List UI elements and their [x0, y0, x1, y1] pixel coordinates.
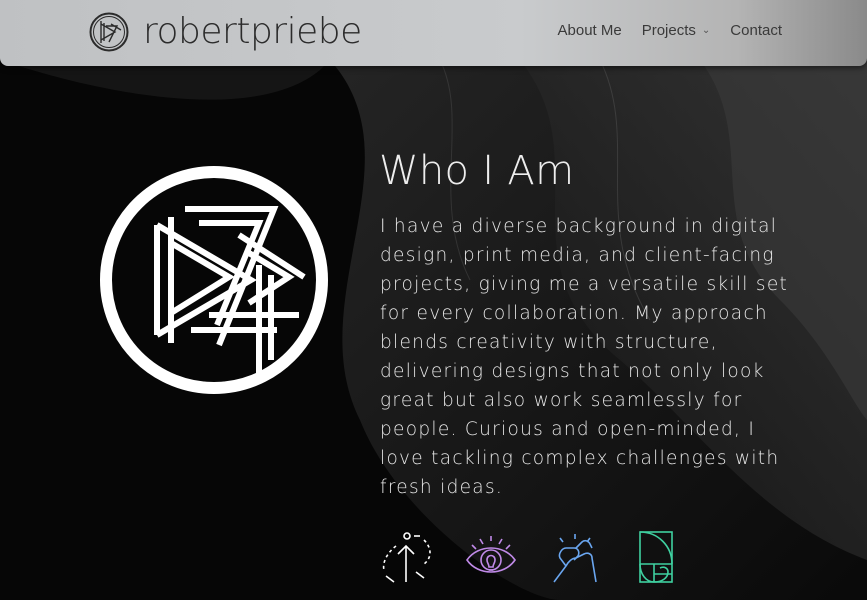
nav-projects-label[interactable]: Projects — [642, 22, 696, 39]
chevron-down-icon[interactable]: ⌄ — [702, 25, 710, 36]
handshake-icon — [553, 534, 597, 583]
nav-contact[interactable]: Contact — [730, 22, 782, 39]
brand-name[interactable]: robertpriebe — [143, 8, 362, 56]
nav-contact-label[interactable]: Contact — [730, 22, 782, 39]
page-title: Who I Am — [379, 148, 575, 194]
golden-ratio-icon — [639, 531, 673, 583]
skill-icons — [380, 530, 680, 586]
nav-projects[interactable]: Projects ⌄ — [642, 22, 711, 39]
nav-about-me[interactable]: About Me — [558, 22, 622, 39]
main-nav: About Me Projects ⌄ Contact — [538, 22, 783, 39]
nav-about-me-label[interactable]: About Me — [558, 22, 622, 39]
site-header: robertpriebe About Me Projects ⌄ Contact — [0, 0, 867, 66]
eye-lightbulb-icon — [466, 536, 516, 573]
brand-logo-icon[interactable] — [89, 12, 129, 52]
growth-arrow-icon — [382, 532, 431, 583]
about-paragraph: I have a diverse background in digital d… — [380, 216, 789, 498]
emblem-logo-icon — [100, 166, 328, 394]
